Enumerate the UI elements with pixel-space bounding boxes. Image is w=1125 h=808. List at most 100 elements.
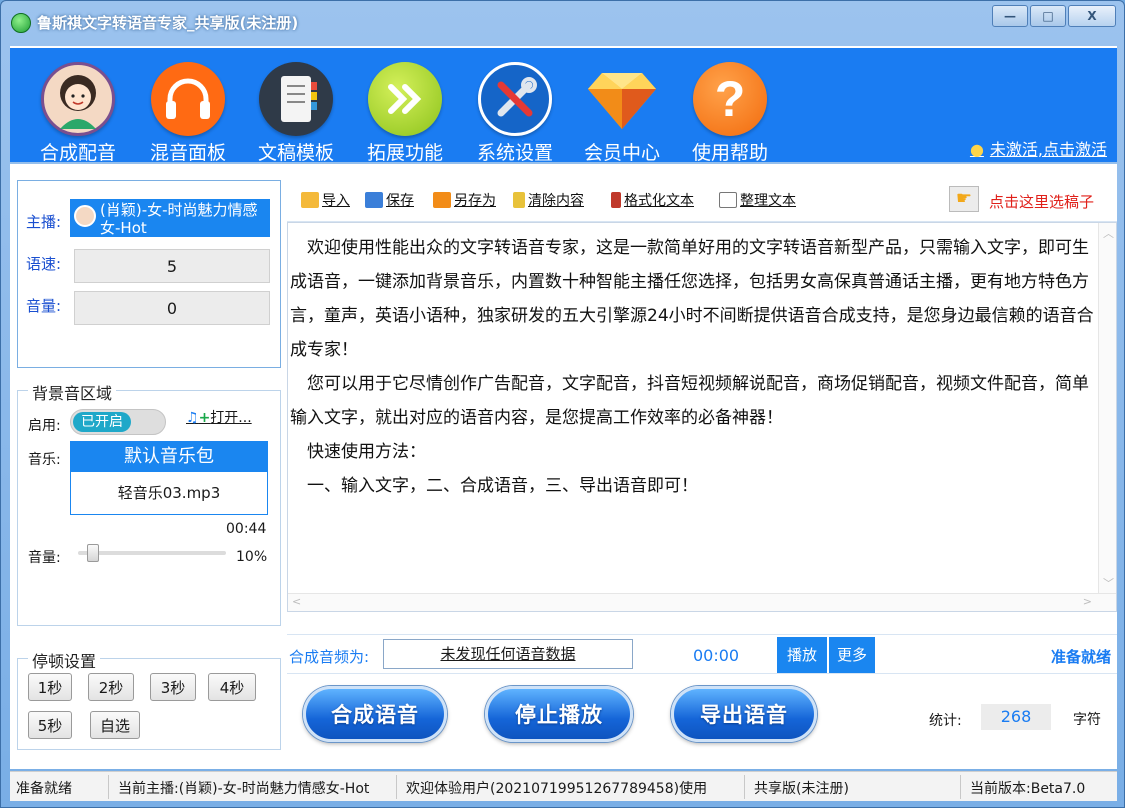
format-text-button[interactable]: 格式化文本 xyxy=(611,190,694,210)
clear-label: 清除内容 xyxy=(528,193,584,209)
select-script-link[interactable]: 点击这里选稿子 xyxy=(989,191,1094,212)
bg-volume-slider[interactable] xyxy=(86,544,99,562)
minimize-button[interactable]: — xyxy=(992,5,1028,27)
format-label: 格式化文本 xyxy=(624,193,694,209)
audio-time: 00:00 xyxy=(693,646,740,665)
audio-label: 合成音频为: xyxy=(289,648,370,666)
main-area: 主播: (肖颖)-女-时尚魅力情感女-Hot 语速: 5 音量: 0 背景音区域… xyxy=(10,164,1117,769)
volume-value[interactable]: 0 xyxy=(74,291,270,325)
import-button[interactable]: 导入 xyxy=(301,190,350,210)
bg-music-toggle[interactable]: 已开启 xyxy=(70,409,166,435)
scroll-up-icon[interactable]: ︿ xyxy=(1103,225,1114,241)
music-pack-name[interactable]: 默认音乐包 xyxy=(71,442,267,472)
anchor-selector[interactable]: (肖颖)-女-时尚魅力情感女-Hot xyxy=(70,199,270,237)
floppy-icon xyxy=(365,192,383,208)
toolbar-help[interactable]: ? 使用帮助 xyxy=(680,62,780,165)
toolbar-script-templates[interactable]: 文稿模板 xyxy=(246,62,346,165)
status-separator xyxy=(108,775,109,799)
toolbar-label: 系统设置 xyxy=(476,142,553,164)
anchor-label: 主播: xyxy=(26,213,62,231)
format-icon xyxy=(611,192,621,208)
music-duration: 00:44 xyxy=(226,521,267,537)
horizontal-scrollbar[interactable]: < > xyxy=(288,593,1116,611)
toolbar-extensions[interactable]: 拓展功能 xyxy=(355,62,455,165)
folder-icon xyxy=(301,192,319,208)
volume-label: 音量: xyxy=(26,297,62,315)
scroll-right-icon[interactable]: > xyxy=(1083,595,1092,608)
activate-text: 未激活,点击激活 xyxy=(989,140,1107,159)
save-as-button[interactable]: 另存为 xyxy=(433,190,496,210)
music-note-icon: ♫ xyxy=(186,410,199,426)
speed-label: 语速: xyxy=(26,255,62,273)
bg-volume-label: 音量: xyxy=(28,550,61,566)
music-list[interactable]: 默认音乐包 轻音乐03.mp3 xyxy=(70,441,268,515)
status-separator xyxy=(744,775,745,799)
diamond-icon xyxy=(585,62,659,136)
female-avatar-icon xyxy=(41,62,115,136)
editor-content[interactable]: 欢迎使用性能出众的文字转语音专家，这是一款简单好用的文字转语音新型产品，只需输入… xyxy=(290,231,1096,503)
organize-label: 整理文本 xyxy=(740,193,796,209)
audio-bar: 合成音频为: 未发现任何语音数据 00:00 播放 更多 准备就绪 xyxy=(287,634,1117,674)
pause-2s-button[interactable]: 2秒 xyxy=(88,673,134,701)
audio-status-field[interactable]: 未发现任何语音数据 xyxy=(383,639,633,669)
status-separator xyxy=(960,775,961,799)
pause-custom-button[interactable]: 自选 xyxy=(90,711,140,739)
toggle-on-label: 已开启 xyxy=(73,412,131,432)
scroll-left-icon[interactable]: < xyxy=(292,595,301,608)
open-music-label: 打开... xyxy=(210,410,252,426)
pause-5s-button[interactable]: 5秒 xyxy=(28,711,72,739)
char-count: 268 xyxy=(981,704,1051,730)
status-welcome: 欢迎体验用户(20210719951267789458)使用 xyxy=(406,781,708,797)
toolbar-system-settings[interactable]: 系统设置 xyxy=(465,62,565,165)
add-icon: + xyxy=(198,410,211,426)
text-toolbar: 导入 保存 另存为 清除内容 格式化文本 整理文本 ☛ 点击这里选稿子 xyxy=(287,178,1117,222)
pause-4s-button[interactable]: 4秒 xyxy=(208,673,256,701)
organize-text-button[interactable]: 整理文本 xyxy=(719,190,796,210)
save-label: 保存 xyxy=(386,193,414,209)
toolbar-member-center[interactable]: 会员中心 xyxy=(572,62,672,165)
synthesize-button[interactable]: 合成语音 xyxy=(303,686,447,742)
bg-music-title: 背景音区域 xyxy=(28,380,117,404)
toolbar-synthesize[interactable]: 合成配音 xyxy=(28,62,128,165)
toolbar-label: 会员中心 xyxy=(583,142,660,164)
double-arrow-icon xyxy=(368,62,442,136)
close-button[interactable]: X xyxy=(1068,5,1116,27)
status-version: 当前版本:Beta7.0 xyxy=(970,781,1086,797)
char-unit: 字符 xyxy=(1073,712,1101,728)
toolbar-label: 文稿模板 xyxy=(257,142,334,164)
maximize-button[interactable]: □ xyxy=(1030,5,1066,27)
editor-paragraph: 一、输入文字，二、合成语音，三、导出语音即可！ xyxy=(307,476,698,496)
anchor-avatar-icon xyxy=(74,205,96,227)
scroll-down-icon[interactable]: ﹀ xyxy=(1103,575,1114,591)
window-controls: — □ X xyxy=(992,5,1116,27)
pointing-hand-icon[interactable]: ☛ xyxy=(949,186,979,212)
pause-3s-button[interactable]: 3秒 xyxy=(150,673,196,701)
broom-icon xyxy=(513,192,525,208)
document-icon xyxy=(719,192,737,208)
save-button[interactable]: 保存 xyxy=(365,190,414,210)
action-area: 合成语音 停止播放 导出语音 统计: 268 字符 xyxy=(287,676,1117,758)
bg-music-group: 背景音区域 启用: 已开启 ♫+打开... 音乐: 默认音乐包 轻音乐03.mp… xyxy=(17,380,281,626)
play-button[interactable]: 播放 xyxy=(777,637,827,673)
window-title: 鲁斯祺文字转语音专家_共享版(未注册) xyxy=(37,14,299,32)
status-separator xyxy=(396,775,397,799)
status-bar: 准备就绪 当前主播:(肖颖)-女-时尚魅力情感女-Hot 欢迎体验用户(2021… xyxy=(10,771,1117,801)
music-label: 音乐: xyxy=(28,452,61,468)
export-audio-button[interactable]: 导出语音 xyxy=(671,686,817,742)
pause-1s-button[interactable]: 1秒 xyxy=(28,673,72,701)
activate-link[interactable]: ● 未激活,点击激活 xyxy=(970,136,1107,160)
bg-volume-track[interactable] xyxy=(78,544,226,562)
editor-paragraph: 欢迎使用性能出众的文字转语音专家，这是一款简单好用的文字转语音新型产品，只需输入… xyxy=(290,238,1094,360)
stats-label: 统计: xyxy=(929,713,962,729)
save-as-label: 另存为 xyxy=(454,193,496,209)
speed-value[interactable]: 5 xyxy=(74,249,270,283)
more-button[interactable]: 更多 xyxy=(829,637,875,673)
stop-playback-button[interactable]: 停止播放 xyxy=(485,686,633,742)
text-editor[interactable]: 欢迎使用性能出众的文字转语音专家，这是一款简单好用的文字转语音新型产品，只需输入… xyxy=(287,222,1117,612)
music-file-name[interactable]: 轻音乐03.mp3 xyxy=(71,472,267,514)
vertical-scrollbar[interactable]: ︿ ﹀ xyxy=(1098,223,1116,593)
open-music-button[interactable]: ♫+打开... xyxy=(186,407,252,427)
toolbar-mix-panel[interactable]: 混音面板 xyxy=(138,62,238,165)
clear-button[interactable]: 清除内容 xyxy=(513,190,584,210)
question-icon: ? xyxy=(693,62,767,136)
